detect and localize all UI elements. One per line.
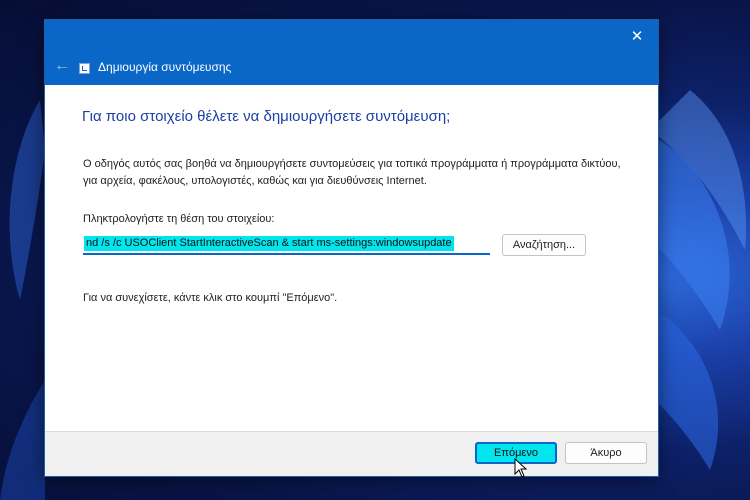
location-input[interactable]: nd /s /c USOClient StartInteractiveScan …	[83, 233, 490, 255]
window-title: Δημιουργία συντόμευσης	[98, 60, 232, 74]
cancel-button[interactable]: Άκυρο	[565, 442, 647, 464]
close-button[interactable]: ✕	[624, 26, 650, 48]
wizard-content: Για ποιο στοιχείο θέλετε να δημιουργήσετ…	[45, 85, 658, 431]
location-input-value: nd /s /c USOClient StartInteractiveScan …	[84, 236, 454, 251]
close-icon: ✕	[630, 28, 644, 45]
page-heading: Για ποιο στοιχείο θέλετε να δημιουργήσετ…	[82, 108, 451, 125]
instruction-text: Για να συνεχίσετε, κάντε κλικ στο κουμπί…	[83, 292, 338, 304]
wizard-description: Ο οδηγός αυτός σας βοηθά να δημιουργήσετ…	[83, 158, 621, 187]
back-button[interactable]: ←	[51, 55, 73, 77]
footer-divider	[45, 431, 658, 432]
back-arrow-icon: ←	[54, 57, 70, 74]
browse-button[interactable]: Αναζήτηση...	[502, 234, 586, 256]
title-bar: ✕ ← Δημιουργία συντόμευσης	[45, 20, 658, 85]
shortcut-icon	[79, 63, 90, 74]
mouse-pointer-icon	[514, 458, 528, 478]
create-shortcut-dialog: ✕ ← Δημιουργία συντόμευσης Για ποιο στοι…	[45, 20, 658, 476]
location-label: Πληκτρολογήστε τη θέση του στοιχείου:	[83, 213, 275, 225]
